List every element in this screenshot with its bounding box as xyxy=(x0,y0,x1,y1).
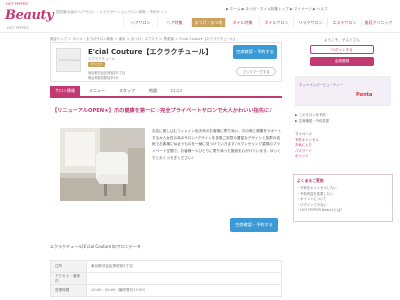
nav-item[interactable]: まつげ・まつ毛 xyxy=(191,18,225,27)
site-logo[interactable]: HOT PEPPER Beauty HOT PEPPER xyxy=(4,2,54,30)
tab-map[interactable]: 地図 xyxy=(144,86,162,96)
tab-label: スタッフ xyxy=(119,88,135,93)
sidebar-links[interactable]: ▶ このサロンを予約 ▶ 空席確認・予約変更 xyxy=(295,112,391,124)
tab-label: 口コミ xyxy=(171,88,183,93)
nav-item[interactable]: ヘア特集 xyxy=(157,18,191,27)
site-header: HOT PEPPER Beauty HOT PEPPER 国内最大級のヘアサロン… xyxy=(0,0,400,33)
login-greeting: ようこそ、ゲストさん xyxy=(324,38,360,42)
salon-tabs: サロン情報 メニュー スタッフ 地図 口コミ xyxy=(50,86,282,98)
tab-label: サロン情報 xyxy=(55,88,75,93)
faq-title: よくあるご質問 xyxy=(297,178,324,183)
login-button[interactable]: ログインする xyxy=(310,45,374,54)
sidebar-mypage: マイページ 予約キャンセル お気に入り パスワード ポイント xyxy=(295,132,391,160)
ponta-promo-banner[interactable]: ホットペッパービューティー Ponta xyxy=(295,76,391,106)
register-button[interactable]: 会員登録 xyxy=(310,57,374,66)
nav-item[interactable]: ネイル特集 xyxy=(225,18,259,27)
reserve-button-secondary[interactable]: 空席確認・予約する xyxy=(230,218,278,232)
promo-brand: Ponta xyxy=(356,92,373,98)
catch-copy: 【リニューアルOPEN★】爪の健康を第一に☆完全プライベートサロンで大人かわいい… xyxy=(52,108,273,114)
tab-review[interactable]: 口コミ xyxy=(166,86,188,96)
site-tagline: 国内最大級のヘアサロン・リラクゼーションサロン検索・予約サイト xyxy=(56,10,168,14)
salon-introduction: お店に差し込むフィレイン色天気のお客様に寄り添い、爪の美と健康をサポートする大人… xyxy=(152,129,282,160)
tab-home[interactable]: サロン情報 xyxy=(50,86,80,96)
login-box: ようこそ、ゲストさん ログインする 会員登録 xyxy=(290,38,394,68)
reserve-button[interactable]: 空席確認・予約する xyxy=(233,45,277,59)
table-row: アクセス・道案内 xyxy=(50,272,282,285)
tab-staff[interactable]: スタッフ xyxy=(114,86,140,96)
promo-text: ホットペッパービューティー xyxy=(299,83,343,87)
faq-links[interactable]: ・予約をキャンセルしたい ・予約内容を変更したい ・ポイントについて ・ログイン… xyxy=(297,186,391,214)
logo-main-text: Beauty xyxy=(5,8,54,23)
main-nav: ヘアサロン ヘア特集 まつげ・まつ毛 ネイル特集 ネイルサロン リラクサロン エステサロン美… xyxy=(123,18,395,27)
row-label: 住所 xyxy=(50,260,87,273)
logo-small-text: HOT PEPPER xyxy=(6,2,28,6)
row-label: 営業時間 xyxy=(50,284,87,297)
salon-category-badge: マツエク xyxy=(88,62,105,67)
nav-item[interactable]: 美容クリニック xyxy=(361,18,395,27)
mypage-list: 予約キャンセル お気に入り パスワード ポイント xyxy=(295,138,391,160)
salon-data-table: 住所 東京都渋谷区神宮前5丁目 アクセス・道案内 営業時間 10:00 - 20:00（… xyxy=(50,260,282,297)
faq-box: よくあるご質問 ・予約をキャンセルしたい ・予約内容を変更したい ・ポイントにつ… xyxy=(293,174,393,222)
tab-menu[interactable]: メニュー xyxy=(84,86,110,96)
mypage-item[interactable]: ポイント xyxy=(295,154,391,160)
table-row: 営業時間 10:00 - 20:00（最終受付17:00） xyxy=(50,284,282,297)
nav-item[interactable]: ネイルサロン xyxy=(259,18,293,27)
salon-interior-photo xyxy=(60,128,145,201)
tab-label: 地図 xyxy=(149,88,157,93)
top-links[interactable]: ▶ ホーム ▶ まつげ・ネイル特集トップ ▶ マイページ ▶ ヘルプ xyxy=(226,7,328,12)
salon-kana: エクラクチュール xyxy=(88,57,116,61)
tab-label: メニュー xyxy=(89,88,105,93)
salon-access: 明治神宮前駅徒歩5分 xyxy=(88,76,119,80)
salon-logo: E'cial Couture xyxy=(56,48,81,72)
salon-data-title: エクラクチュール[E'cial Couture]のサロンデータ xyxy=(50,244,141,249)
row-label: アクセス・道案内 xyxy=(50,272,87,285)
interior-illustration xyxy=(60,128,145,201)
nav-item[interactable]: ヘアサロン xyxy=(123,18,157,27)
nav-item[interactable]: エステサロン xyxy=(327,18,361,27)
row-value: 東京都渋谷区神宮前5丁目 xyxy=(86,260,282,273)
salon-logo-text: E'cial Couture xyxy=(59,58,80,62)
logo-sub-text: HOT PEPPER xyxy=(7,26,29,30)
nav-item[interactable]: リラクサロン xyxy=(293,18,327,27)
table-row: 住所 東京都渋谷区神宮前5丁目 xyxy=(50,260,282,273)
row-value: 10:00 - 20:00（最終受付17:00） xyxy=(86,284,282,297)
bookmark-button[interactable]: ブックマークする xyxy=(236,67,276,76)
row-value xyxy=(86,272,282,285)
